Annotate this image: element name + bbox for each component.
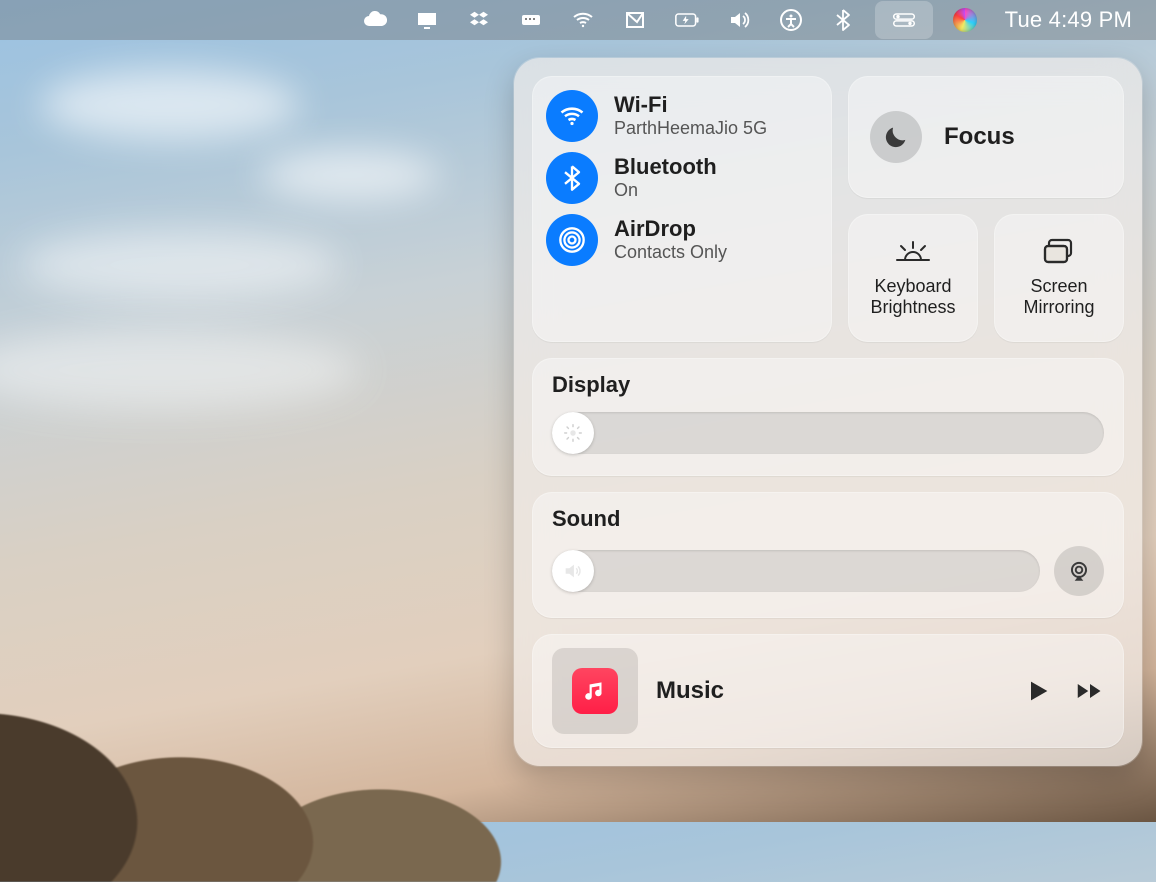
focus-title: Focus xyxy=(944,123,1015,151)
music-app-icon xyxy=(572,668,618,714)
keyboard-brightness-button[interactable]: Keyboard Brightness xyxy=(848,214,978,342)
bluetooth-title: Bluetooth xyxy=(614,154,717,180)
control-center-panel: Wi-Fi ParthHeemaJio 5G Bluetooth On xyxy=(514,58,1142,766)
control-center-icon[interactable] xyxy=(875,1,933,39)
screen-mirroring-icon xyxy=(1041,238,1077,266)
app-icon[interactable] xyxy=(623,0,647,40)
desktop-cloud xyxy=(260,150,440,200)
airdrop-toggle[interactable]: AirDrop Contacts Only xyxy=(546,214,822,266)
keyboard-input-icon[interactable] xyxy=(519,0,543,40)
screen-mirroring-label: Screen Mirroring xyxy=(994,276,1124,317)
airdrop-icon xyxy=(546,214,598,266)
desktop-cloud xyxy=(20,230,340,300)
wifi-subtitle: ParthHeemaJio 5G xyxy=(614,118,767,140)
airdrop-subtitle: Contacts Only xyxy=(614,242,727,264)
airplay-audio-icon xyxy=(1066,558,1092,584)
dropbox-icon[interactable] xyxy=(467,0,491,40)
display-tile: Display xyxy=(532,358,1124,476)
bluetooth-toggle[interactable]: Bluetooth On xyxy=(546,152,822,204)
battery-icon[interactable] xyxy=(675,0,699,40)
wifi-icon xyxy=(546,90,598,142)
display-heading: Display xyxy=(552,372,1104,398)
sound-slider[interactable] xyxy=(552,550,1040,592)
menu-clock[interactable]: Tue 4:49 PM xyxy=(1005,0,1132,40)
next-button[interactable] xyxy=(1076,677,1104,705)
keyboard-brightness-icon xyxy=(895,238,931,266)
airdrop-title: AirDrop xyxy=(614,216,727,242)
album-art xyxy=(552,648,638,734)
now-playing-tile[interactable]: Music xyxy=(532,634,1124,748)
accessibility-icon[interactable] xyxy=(779,0,803,40)
menu-bar: Tue 4:49 PM xyxy=(0,0,1156,40)
bluetooth-subtitle: On xyxy=(614,180,717,202)
wifi-title: Wi-Fi xyxy=(614,92,767,118)
screen-mirroring-button[interactable]: Screen Mirroring xyxy=(994,214,1124,342)
moon-icon xyxy=(870,111,922,163)
sound-heading: Sound xyxy=(552,506,1104,532)
siri-icon[interactable] xyxy=(953,0,977,40)
display-slider[interactable] xyxy=(552,412,1104,454)
now-playing-title: Music xyxy=(656,677,724,705)
keyboard-brightness-label: Keyboard Brightness xyxy=(848,276,978,317)
sun-icon xyxy=(562,422,584,444)
focus-toggle[interactable]: Focus xyxy=(848,76,1124,198)
bluetooth-icon xyxy=(546,152,598,204)
display-icon[interactable] xyxy=(415,0,439,40)
desktop-cloud xyxy=(40,70,300,140)
cloud-icon[interactable] xyxy=(363,0,387,40)
wifi-toggle[interactable]: Wi-Fi ParthHeemaJio 5G xyxy=(546,90,822,142)
connectivity-tile: Wi-Fi ParthHeemaJio 5G Bluetooth On xyxy=(532,76,832,342)
play-button[interactable] xyxy=(1024,677,1052,705)
bluetooth-icon[interactable] xyxy=(831,0,855,40)
desktop-cloud xyxy=(0,330,360,410)
speaker-icon xyxy=(562,560,584,582)
wifi-icon[interactable] xyxy=(571,0,595,40)
volume-icon[interactable] xyxy=(727,0,751,40)
sound-tile: Sound xyxy=(532,492,1124,618)
audio-output-button[interactable] xyxy=(1054,546,1104,596)
